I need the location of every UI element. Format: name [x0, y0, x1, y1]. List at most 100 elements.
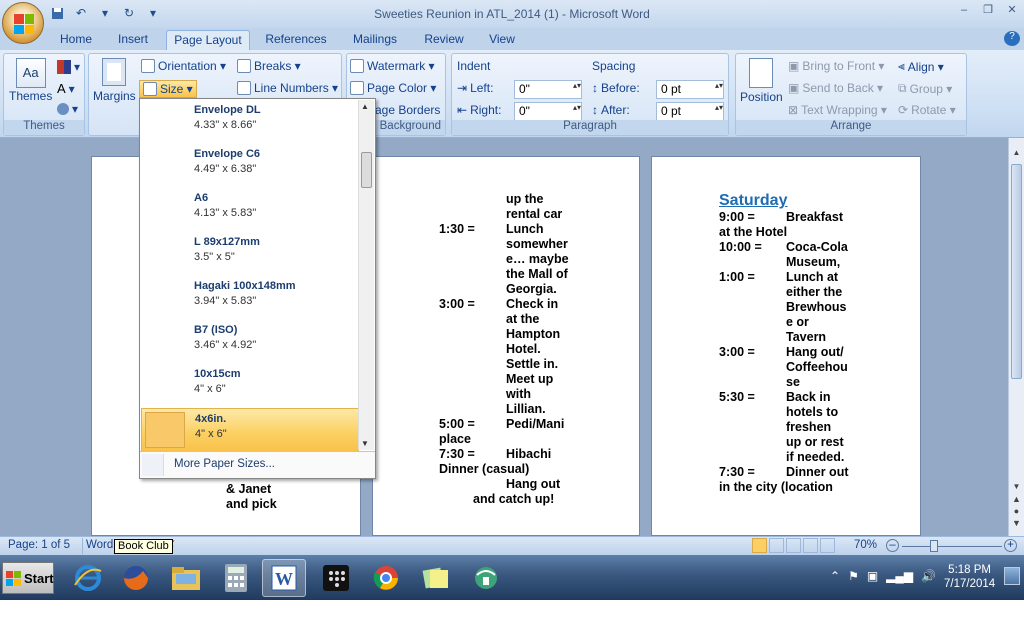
spacing-label: Spacing — [592, 59, 636, 73]
calculator-icon[interactable] — [214, 559, 258, 597]
page-3[interactable]: Saturday 9:00 = Breakfast at the Hotel 10:0… — [651, 156, 921, 536]
zoom-level[interactable]: 70% — [854, 539, 877, 551]
paper-size-dimensions: 4" x 6" — [195, 428, 227, 440]
paper-size-item[interactable]: Envelope C6 4.49" x 6.38" — [141, 144, 359, 188]
close-button[interactable]: ✕ — [1004, 3, 1020, 17]
zoom-out-icon[interactable]: – — [886, 539, 899, 552]
menu-scroll-thumb[interactable] — [361, 152, 372, 188]
margins-button[interactable]: Margins — [93, 58, 136, 103]
schedule-line: Museum, — [719, 255, 919, 270]
paper-size-item[interactable]: 10x15cm 4" x 6" — [141, 364, 359, 408]
clock[interactable]: 5:18 PM 7/17/2014 — [944, 563, 995, 591]
watermark-button[interactable]: Watermark ▾ — [350, 59, 435, 73]
blackberry-icon[interactable] — [314, 559, 358, 597]
show-hidden-icons-icon[interactable]: ⌃ — [830, 569, 840, 583]
menu-scroll-down-icon[interactable]: ▼ — [361, 439, 369, 448]
line-numbers-button[interactable]: Line Numbers ▾ — [237, 81, 338, 95]
theme-colors-icon[interactable]: ▾ — [57, 60, 80, 74]
outline-icon[interactable] — [803, 538, 818, 553]
schedule-detail: Lunch — [506, 222, 544, 236]
tab-mailings[interactable]: Mailings — [346, 30, 404, 50]
tab-references[interactable]: References — [262, 30, 330, 50]
chrome-icon[interactable] — [364, 559, 408, 597]
theme-effects-icon[interactable]: ▾ — [57, 102, 78, 116]
more-paper-sizes-item[interactable]: More Paper Sizes... — [140, 451, 375, 478]
save-icon[interactable] — [48, 5, 66, 21]
scroll-down-icon[interactable]: ▼ — [1011, 482, 1022, 491]
schedule-line: Tavern — [719, 330, 919, 345]
previous-page-icon[interactable]: ▲ — [1011, 494, 1022, 504]
paper-size-dimensions: 3.94" x 5.83" — [194, 295, 257, 307]
spacing-after-input[interactable]: 0 pt — [656, 102, 724, 121]
sticky-notes-icon[interactable] — [414, 559, 458, 597]
tab-review[interactable]: Review — [420, 30, 468, 50]
print-layout-icon[interactable] — [752, 538, 767, 553]
next-page-icon[interactable]: ▼ — [1011, 518, 1022, 528]
word-count[interactable]: Word — [86, 539, 113, 551]
zoom-slider-thumb[interactable] — [930, 540, 938, 552]
send-to-back-button[interactable]: ▣ Send to Back ▾ — [788, 81, 883, 95]
position-button[interactable]: Position — [740, 58, 783, 104]
minimize-button[interactable]: – — [956, 3, 972, 17]
file-explorer-icon[interactable] — [164, 559, 208, 597]
customize-qat-icon[interactable]: ▾ — [144, 5, 162, 21]
schedule-line: up or rest — [719, 435, 919, 450]
show-desktop-button[interactable] — [1004, 567, 1020, 585]
schedule-line: with — [439, 387, 639, 402]
vertical-scrollbar[interactable]: ▲ ▼ ▲ ● ▼ — [1008, 138, 1024, 536]
tab-insert[interactable]: Insert — [112, 30, 154, 50]
themes-button[interactable]: Aa Themes — [9, 58, 52, 103]
paper-size-item[interactable]: 4x6in. 4" x 6" — [141, 408, 359, 452]
tab-page-layout[interactable]: Page Layout — [166, 30, 250, 50]
spacing-before-input[interactable]: 0 pt — [656, 80, 724, 99]
bring-to-front-button[interactable]: ▣ Bring to Front ▾ — [788, 59, 884, 73]
rotate-button[interactable]: ⟳ Rotate ▾ — [898, 103, 956, 117]
size-button[interactable]: Size ▾ — [139, 80, 197, 98]
help-icon[interactable]: ? — [1004, 31, 1020, 46]
text-wrapping-button[interactable]: ⊠ Text Wrapping ▾ — [788, 103, 887, 117]
paper-size-name: L 89x127mm — [194, 236, 260, 248]
redo-icon[interactable]: ↻ — [120, 5, 138, 21]
page-borders-button[interactable]: age Borders — [375, 103, 440, 117]
network-globe-icon[interactable] — [464, 559, 508, 597]
office-button[interactable] — [2, 2, 44, 44]
scroll-thumb[interactable] — [1011, 164, 1022, 379]
internet-explorer-icon[interactable] — [66, 559, 110, 597]
web-layout-icon[interactable] — [786, 538, 801, 553]
volume-icon[interactable]: 🔊 — [921, 569, 936, 583]
group-button[interactable]: ⧉ Group ▾ — [898, 81, 952, 96]
full-screen-reading-icon[interactable] — [769, 538, 784, 553]
theme-fonts-icon[interactable]: A ▾ — [57, 81, 75, 96]
breaks-button[interactable]: Breaks ▾ — [237, 59, 301, 73]
indent-left-input[interactable]: 0" — [514, 80, 582, 99]
word-taskbar-icon[interactable]: W — [262, 559, 306, 597]
page-color-button[interactable]: Page Color ▾ — [350, 81, 436, 95]
restore-button[interactable]: ❐ — [980, 3, 996, 17]
scroll-up-icon[interactable]: ▲ — [1011, 148, 1022, 157]
indent-right-input[interactable]: 0" — [514, 102, 582, 121]
draft-icon[interactable] — [820, 538, 835, 553]
paper-size-item[interactable]: Hagaki 100x148mm 3.94" x 5.83" — [141, 276, 359, 320]
device-icon[interactable]: ▣ — [867, 569, 878, 583]
tab-home[interactable]: Home — [56, 30, 96, 50]
undo-icon[interactable]: ↶ — [72, 5, 90, 21]
start-button[interactable]: Start — [2, 562, 54, 594]
browse-object-icon[interactable]: ● — [1011, 506, 1022, 516]
paper-size-item[interactable]: L 89x127mm 3.5" x 5" — [141, 232, 359, 276]
paper-size-item[interactable]: A6 4.13" x 5.83" — [141, 188, 359, 232]
menu-scroll-up-icon[interactable]: ▲ — [361, 102, 369, 111]
zoom-in-icon[interactable]: + — [1004, 539, 1017, 552]
align-button[interactable]: ⫷ Align ▾ — [898, 59, 944, 74]
network-signal-icon[interactable]: ▂▄▆ — [886, 569, 913, 583]
tab-view[interactable]: View — [484, 30, 520, 50]
page-count[interactable]: Page: 1 of 5 — [8, 539, 70, 551]
zoom-slider[interactable] — [902, 546, 1002, 547]
firefox-icon[interactable] — [114, 559, 158, 597]
undo-dropdown-icon[interactable]: ▾ — [96, 5, 114, 21]
orientation-button[interactable]: Orientation ▾ — [141, 59, 226, 73]
paper-size-item[interactable]: Envelope DL 4.33" x 8.66" — [141, 100, 359, 144]
page-2[interactable]: up the rental car 1:30 = Lunch somewher e… ma… — [372, 156, 640, 536]
paper-size-item[interactable]: B7 (ISO) 3.46" x 4.92" — [141, 320, 359, 364]
menu-scrollbar[interactable]: ▲ ▼ — [358, 100, 374, 450]
action-center-flag-icon[interactable]: ⚑ — [848, 569, 859, 583]
